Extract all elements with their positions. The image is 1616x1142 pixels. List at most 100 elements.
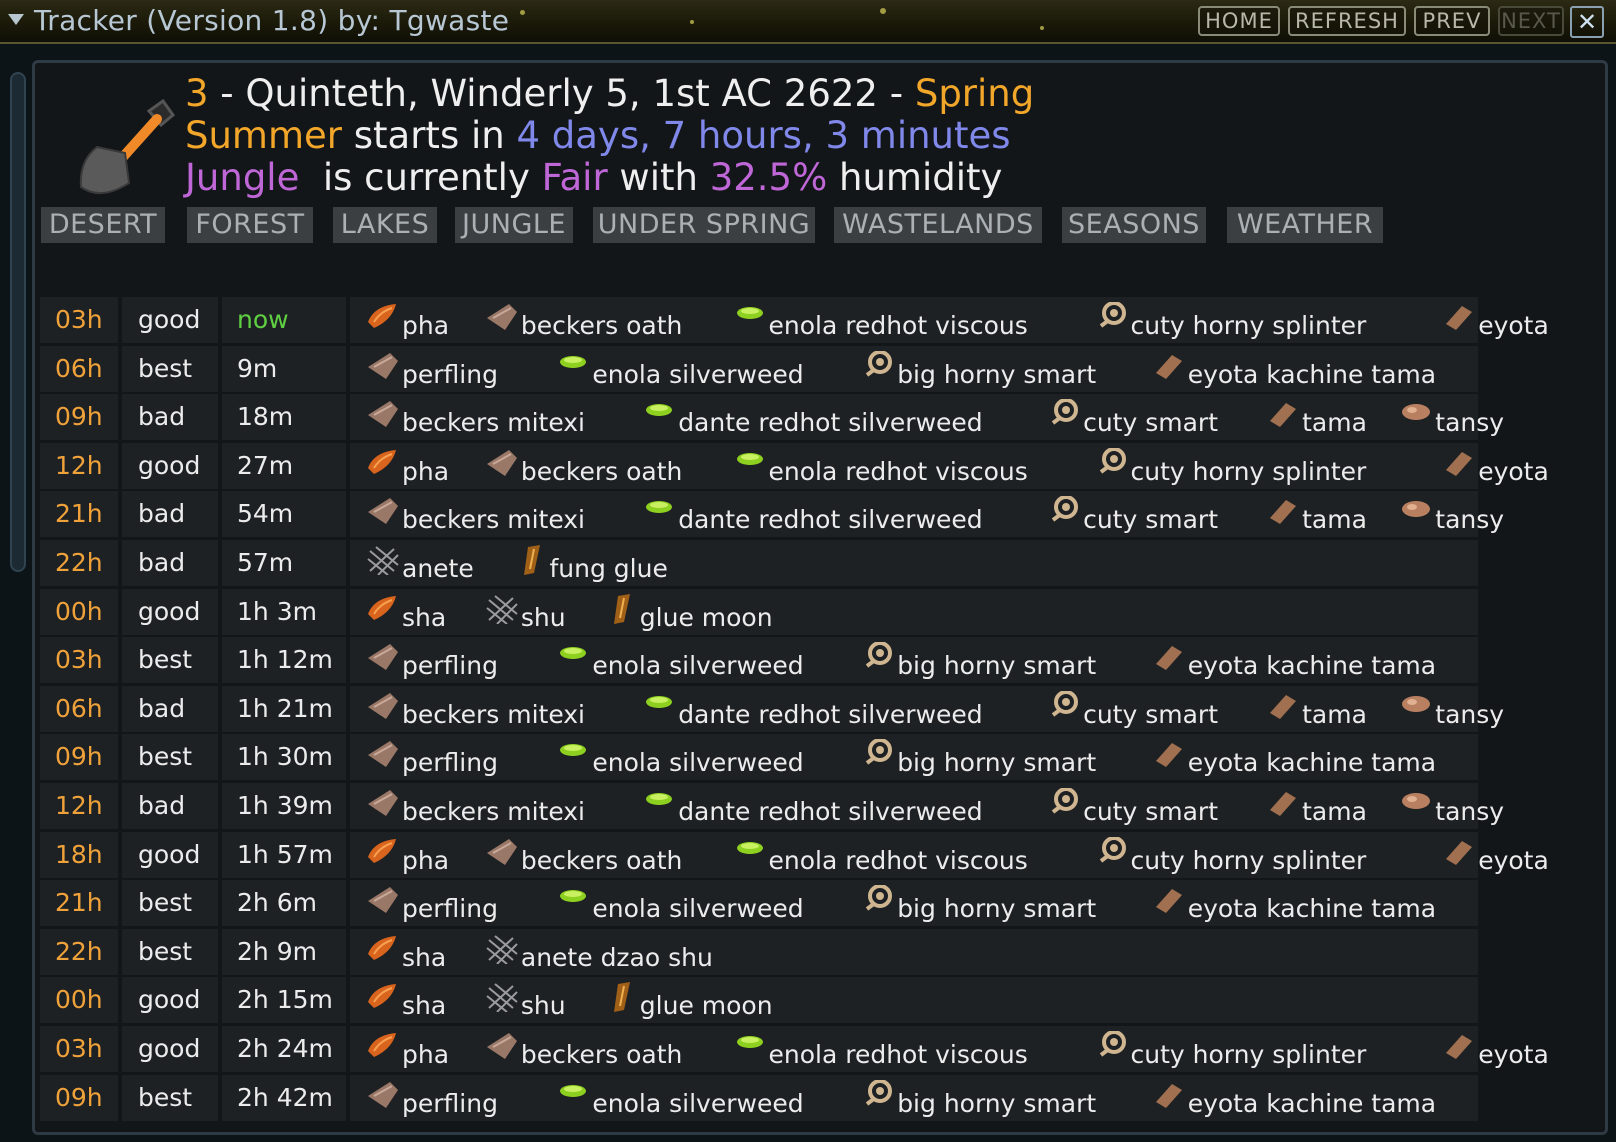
- resources-cell: beckers mitexi dante redhot silverweed cut…: [350, 394, 1504, 441]
- shell-resource-icon: [861, 349, 895, 380]
- goo-resource-icon: [733, 301, 767, 331]
- time-until-cell: 2h 15m: [222, 977, 346, 1024]
- home-button[interactable]: HOME: [1198, 6, 1280, 36]
- table-row: 21h bad 54m beckers mitexi dante redhot silv…: [40, 491, 1504, 538]
- hour-cell: 22h: [40, 540, 118, 586]
- fiber-resource-icon: [366, 544, 400, 576]
- time-until-cell: 1h 30m: [222, 734, 346, 781]
- resource-name: pha: [402, 456, 450, 486]
- fiber-resource-icon: [485, 933, 519, 965]
- prev-button[interactable]: PREV: [1414, 6, 1490, 36]
- quality-cell: bad: [122, 394, 218, 441]
- tab-desert[interactable]: DESERT: [41, 207, 165, 243]
- hour-cell: 18h: [40, 831, 118, 878]
- resources-cell: beckers mitexi dante redhot silverweed cut…: [350, 783, 1504, 829]
- resource-name: dante redhot silverweed: [678, 505, 983, 535]
- table-row: 12h bad 1h 39m beckers mitexi dante redhot s…: [40, 783, 1504, 829]
- resource-name: anete dzao shu: [520, 942, 713, 972]
- resource-name: enola redhot viscous: [768, 311, 1028, 340]
- resource-name: beckers oath: [520, 1040, 683, 1069]
- tab-jungle[interactable]: JUNGLE: [455, 207, 573, 243]
- time-until-cell: 54m: [222, 491, 346, 538]
- resource-name: enola silverweed: [592, 1088, 804, 1118]
- resource-name: sha: [402, 991, 447, 1021]
- resource-name: cuty smart: [1083, 408, 1219, 438]
- shell-resource-icon: [1095, 835, 1129, 866]
- resource-name: eyota: [1478, 845, 1549, 875]
- time-until-cell: 2h 6m: [222, 880, 346, 927]
- resource-name: tansy: [1435, 699, 1505, 729]
- resource-name: beckers mitexi: [402, 699, 585, 729]
- resource-name: cuty horny splinter: [1130, 456, 1367, 486]
- hour-cell: 09h: [40, 1074, 118, 1121]
- tab-forest[interactable]: FOREST: [187, 207, 313, 243]
- quality-cell: good: [122, 588, 218, 635]
- wood-resource-icon: [485, 1030, 519, 1060]
- resource-name: big horny smart: [897, 748, 1097, 778]
- resource-name: enola redhot viscous: [768, 845, 1028, 875]
- seed-resource-icon: [1152, 738, 1186, 768]
- quality-cell: best: [122, 928, 218, 975]
- goo-resource-icon: [642, 495, 676, 525]
- resource-name: dante redhot silverweed: [678, 797, 983, 826]
- tab-weather[interactable]: WEATHER: [1227, 207, 1383, 243]
- resource-name: sha: [402, 602, 447, 632]
- date-line: 3 - Quinteth, Winderly 5, 1st AC 2622 - …: [185, 73, 1034, 115]
- resources-cell: perfling enola silverweed big horny smart e…: [350, 880, 1478, 927]
- amber-resource-icon: [604, 593, 638, 624]
- collapse-arrow-icon[interactable]: [8, 14, 24, 25]
- hour-cell: 12h: [40, 442, 118, 489]
- table-row: 06h bad 1h 21m beckers mitexi dante redhot s…: [40, 685, 1504, 732]
- next-button[interactable]: NEXT: [1498, 6, 1564, 36]
- tab-seasons[interactable]: SEASONS: [1062, 207, 1206, 243]
- table-row: 06h best 9m perfling enola silverweed big hor…: [40, 345, 1478, 392]
- goo-resource-icon: [556, 738, 590, 768]
- tab-under-spring[interactable]: UNDER SPRING: [593, 207, 815, 243]
- decor-sparkle: [880, 8, 886, 14]
- table-row: 03h best 1h 12m perfling enola silverweed big…: [40, 637, 1478, 684]
- goo-resource-icon: [556, 641, 590, 671]
- resource-name: cuty horny splinter: [1130, 311, 1367, 340]
- resource-name: enola redhot viscous: [768, 1040, 1028, 1069]
- close-button[interactable]: ✕: [1570, 6, 1604, 38]
- goo-resource-icon: [556, 884, 590, 914]
- quality-cell: best: [122, 637, 218, 684]
- shell-resource-icon: [1047, 495, 1081, 525]
- resource-name: tansy: [1435, 797, 1505, 826]
- resource-name: big horny smart: [897, 359, 1097, 389]
- hour-cell: 09h: [40, 734, 118, 781]
- refresh-button[interactable]: REFRESH: [1288, 6, 1406, 36]
- table-row: 22h best 2h 9m sha anete dzao shu: [40, 928, 1478, 975]
- resources-cell: beckers mitexi dante redhot silverweed cut…: [350, 491, 1504, 538]
- quality-cell: bad: [122, 685, 218, 732]
- tab-lakes[interactable]: LAKES: [333, 207, 437, 243]
- resources-cell: pha beckers oath enola redhot viscous cuty …: [350, 831, 1549, 878]
- status-info: 3 - Quinteth, Winderly 5, 1st AC 2622 - …: [185, 73, 1034, 199]
- season-countdown: 4 days, 7 hours, 3 minutes: [516, 114, 1011, 157]
- shell-resource-icon: [1095, 446, 1129, 477]
- tab-wastelands[interactable]: WASTELANDS: [834, 207, 1042, 243]
- resource-name: anete: [402, 554, 474, 583]
- resources-cell: perfling enola silverweed big horny smart e…: [350, 637, 1478, 684]
- hour-cell: 22h: [40, 928, 118, 975]
- quality-cell: good: [122, 831, 218, 878]
- time-until-cell: 1h 12m: [222, 637, 346, 684]
- seed-resource-icon: [1266, 398, 1300, 428]
- fiber-resource-icon: [485, 981, 519, 1014]
- resource-name: beckers oath: [520, 845, 683, 875]
- resource-name: perfling: [402, 651, 498, 681]
- table-row: 09h bad 18m beckers mitexi dante redhot silv…: [40, 394, 1504, 441]
- wood-resource-icon: [366, 350, 400, 380]
- left-scrollbar[interactable]: [10, 72, 26, 572]
- hour-cell: 00h: [40, 977, 118, 1024]
- resource-name: cuty smart: [1083, 699, 1219, 729]
- seed-resource-icon: [1266, 787, 1300, 817]
- window-title: Tracker (Version 1.8) by: Tgwaste: [34, 4, 510, 37]
- amber-resource-icon: [604, 981, 638, 1013]
- title-bar[interactable]: Tracker (Version 1.8) by: Tgwaste HOME R…: [0, 0, 1616, 44]
- table-row: 00h good 2h 15m sha shu glue moon: [40, 977, 1478, 1024]
- seed-resource-icon: [1442, 836, 1476, 866]
- resource-name: dante redhot silverweed: [678, 699, 983, 729]
- amber-resource-icon: [514, 544, 548, 575]
- hour-cell: 03h: [40, 297, 118, 343]
